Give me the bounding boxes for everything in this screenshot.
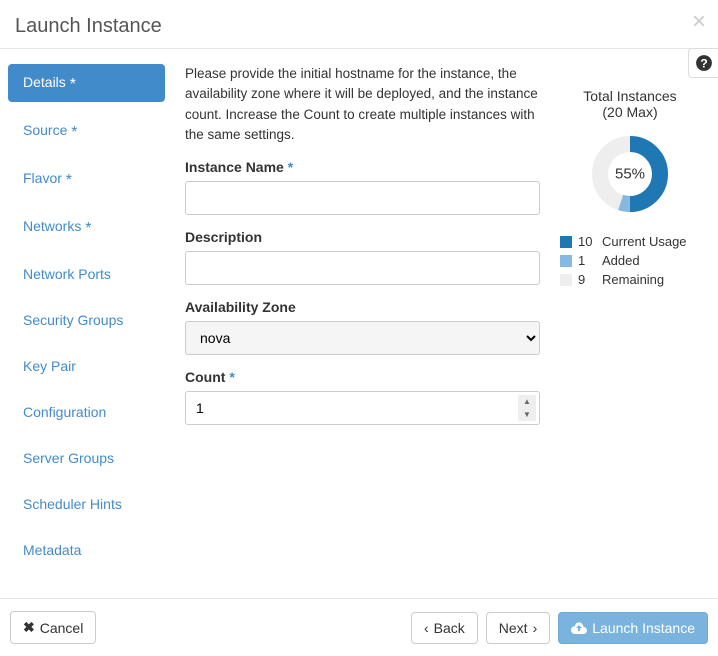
sidebar-item-label: Details xyxy=(23,74,66,90)
intro-text: Please provide the initial hostname for … xyxy=(185,64,540,145)
required-icon: * xyxy=(288,159,293,175)
close-button[interactable]: × xyxy=(692,10,706,34)
svg-text:?: ? xyxy=(700,57,708,71)
legend-swatch xyxy=(560,236,572,248)
close-icon: ✖ xyxy=(23,619,35,636)
form-group-instance-name: Instance Name * xyxy=(185,159,540,215)
modal-title: Launch Instance xyxy=(15,15,703,38)
availability-zone-label: Availability Zone xyxy=(185,299,540,315)
sidebar-item-label: Configuration xyxy=(23,404,106,420)
required-icon: * xyxy=(71,124,77,141)
sidebar-item-source[interactable]: Source * xyxy=(8,112,165,150)
sidebar-item-label: Metadata xyxy=(23,542,81,558)
sidebar-item-configuration[interactable]: Configuration xyxy=(8,394,165,430)
count-increment-button[interactable]: ▲ xyxy=(518,395,536,408)
count-spinner: ▲ ▼ xyxy=(518,395,536,421)
instance-name-label: Instance Name * xyxy=(185,159,540,175)
sidebar-item-label: Key Pair xyxy=(23,358,76,374)
required-icon: * xyxy=(66,172,72,189)
availability-zone-select[interactable]: nova xyxy=(185,321,540,355)
required-icon: * xyxy=(85,220,91,237)
required-icon: * xyxy=(70,76,76,93)
chevron-right-icon: › xyxy=(533,620,538,636)
modal-footer: ✖ Cancel ‹ Back Next › Launch Instance xyxy=(0,598,718,656)
description-label: Description xyxy=(185,229,540,245)
stats-title: Total Instances xyxy=(560,88,700,104)
form-group-availability-zone: Availability Zone nova xyxy=(185,299,540,355)
stats-subtitle: (20 Max) xyxy=(560,104,700,120)
form-column: Please provide the initial hostname for … xyxy=(185,64,540,578)
modal-body: Details * Source * Flavor * Networks * N… xyxy=(0,49,718,598)
sidebar-item-label: Source xyxy=(23,122,67,138)
legend-swatch xyxy=(560,274,572,286)
stats-column: Total Instances (20 Max) 55% 10 Current … xyxy=(560,64,700,578)
sidebar-item-label: Network Ports xyxy=(23,266,111,282)
sidebar-item-label: Server Groups xyxy=(23,450,114,466)
launch-instance-button[interactable]: Launch Instance xyxy=(558,612,708,644)
sidebar-item-flavor[interactable]: Flavor * xyxy=(8,160,165,198)
sidebar-item-details[interactable]: Details * xyxy=(8,64,165,102)
form-group-description: Description xyxy=(185,229,540,285)
footer-button-group: ‹ Back Next › Launch Instance xyxy=(411,612,708,644)
count-decrement-button[interactable]: ▼ xyxy=(518,408,536,421)
legend-label: Added xyxy=(602,253,640,268)
sidebar-item-key-pair[interactable]: Key Pair xyxy=(8,348,165,384)
sidebar-item-metadata[interactable]: Metadata xyxy=(8,532,165,568)
legend-label: Current Usage xyxy=(602,234,687,249)
legend-row-added: 1 Added xyxy=(560,253,700,268)
next-button[interactable]: Next › xyxy=(486,612,550,644)
help-button[interactable]: ? xyxy=(688,48,718,78)
modal-header: Launch Instance × xyxy=(0,0,718,49)
sidebar-item-label: Security Groups xyxy=(23,312,123,328)
description-input[interactable] xyxy=(185,251,540,285)
legend-row-remaining: 9 Remaining xyxy=(560,272,700,287)
legend-value: 1 xyxy=(578,253,596,268)
donut-percent: 55% xyxy=(615,166,645,183)
legend-row-current: 10 Current Usage xyxy=(560,234,700,249)
form-group-count: Count * ▲ ▼ xyxy=(185,369,540,425)
sidebar-item-network-ports[interactable]: Network Ports xyxy=(8,256,165,292)
legend-value: 9 xyxy=(578,272,596,287)
legend-swatch xyxy=(560,255,572,267)
sidebar-item-scheduler-hints[interactable]: Scheduler Hints xyxy=(8,486,165,522)
instance-name-input[interactable] xyxy=(185,181,540,215)
sidebar-item-networks[interactable]: Networks * xyxy=(8,208,165,246)
sidebar-item-security-groups[interactable]: Security Groups xyxy=(8,302,165,338)
back-button[interactable]: ‹ Back xyxy=(411,612,478,644)
sidebar-item-server-groups[interactable]: Server Groups xyxy=(8,440,165,476)
required-icon: * xyxy=(229,369,234,385)
sidebar-item-label: Networks xyxy=(23,218,81,234)
sidebar: Details * Source * Flavor * Networks * N… xyxy=(8,64,173,578)
sidebar-item-label: Flavor xyxy=(23,170,62,186)
usage-donut-chart: 55% xyxy=(590,134,670,214)
count-label: Count * xyxy=(185,369,540,385)
legend-value: 10 xyxy=(578,234,596,249)
cloud-upload-icon xyxy=(571,621,587,635)
content-pane: Please provide the initial hostname for … xyxy=(173,64,718,578)
help-icon: ? xyxy=(695,54,713,72)
legend: 10 Current Usage 1 Added 9 Remaining xyxy=(560,234,700,287)
chevron-left-icon: ‹ xyxy=(424,620,429,636)
sidebar-item-label: Scheduler Hints xyxy=(23,496,122,512)
cancel-button[interactable]: ✖ Cancel xyxy=(10,611,96,644)
count-input[interactable] xyxy=(185,391,540,425)
legend-label: Remaining xyxy=(602,272,664,287)
